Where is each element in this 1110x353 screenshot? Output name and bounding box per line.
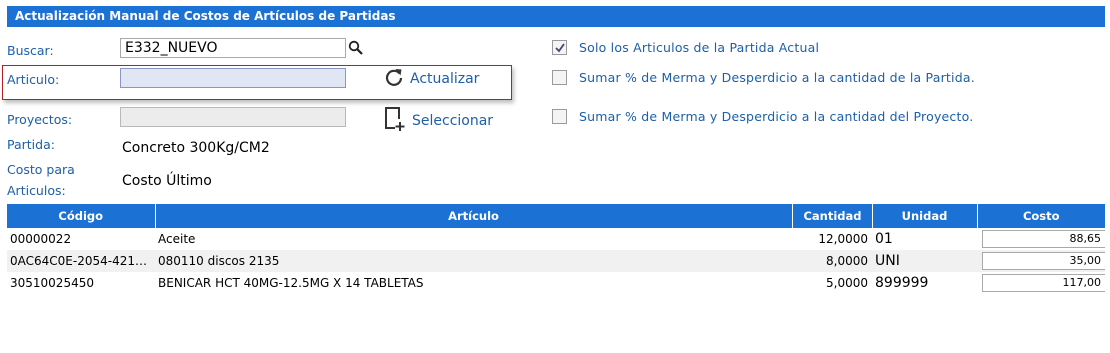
option-label: Sumar % de Merma y Desperdicio a la cant…: [579, 109, 974, 124]
option-merma-proyecto[interactable]: Sumar % de Merma y Desperdicio a la cant…: [552, 109, 973, 124]
option-label: Sumar % de Merma y Desperdicio a la cant…: [579, 70, 975, 85]
col-header-costo[interactable]: Costo: [977, 204, 1105, 228]
seleccionar-button[interactable]: Seleccionar: [384, 106, 493, 136]
cell-articulo: BENICAR HCT 40MG-12.5MG X 14 TABLETAS: [158, 276, 424, 290]
table-header-row: Código Artículo Cantidad Unidad Costo: [7, 204, 1105, 228]
buscar-label: Buscar:: [7, 43, 54, 58]
costo-input[interactable]: 117,00: [982, 274, 1105, 292]
costo-label-line2: Articulos:: [7, 183, 66, 198]
check-icon: [554, 42, 565, 52]
articulo-input[interactable]: [120, 68, 346, 88]
checkbox[interactable]: [552, 70, 567, 85]
col-header-codigo[interactable]: Código: [7, 204, 156, 228]
cell-codigo: 0AC64C0E-2054-421…: [7, 250, 155, 272]
cell-articulo: 080110 discos 2135: [155, 250, 792, 272]
cell-cantidad: 12,0000: [818, 232, 868, 246]
table-row[interactable]: 30510025450 BENICAR HCT 40MG-12.5MG X 14…: [7, 272, 1105, 294]
articulos-table: Código Artículo Cantidad Unidad Costo 00…: [7, 204, 1105, 294]
proyectos-label: Proyectos:: [7, 112, 73, 127]
refresh-icon: [384, 67, 404, 91]
option-solo-partida-actual[interactable]: Solo los Articulos de la Partida Actual: [552, 40, 819, 55]
articulo-label: Articulo:: [7, 72, 60, 87]
cell-articulo: Aceite: [158, 232, 196, 246]
add-document-icon: [384, 106, 406, 136]
cell-unidad: 899999: [875, 275, 929, 291]
search-icon[interactable]: [348, 40, 364, 60]
cell-unidad: 01: [875, 231, 893, 247]
col-header-cantidad[interactable]: Cantidad: [792, 204, 873, 228]
table-row[interactable]: 0AC64C0E-2054-421… 080110 discos 2135 8,…: [7, 250, 1105, 272]
checkbox[interactable]: [552, 40, 567, 55]
cell-costo: 35,00: [977, 250, 1105, 272]
table-row[interactable]: 00000022 Aceite 12,0000 01 88,65: [7, 228, 1105, 250]
partida-label: Partida:: [7, 137, 55, 152]
cell-cantidad: 8,0000: [792, 250, 872, 272]
col-header-articulo[interactable]: Artículo: [155, 204, 793, 228]
buscar-input[interactable]: [120, 38, 346, 58]
costo-value: Costo Último: [122, 173, 212, 189]
cell-codigo: 30510025450: [10, 276, 94, 290]
panel-title: Actualización Manual de Costos de Artícu…: [7, 6, 1105, 27]
option-label: Solo los Articulos de la Partida Actual: [579, 40, 820, 55]
costo-input[interactable]: 35,00: [982, 252, 1105, 270]
partida-value: Concreto 300Kg/CM2: [122, 140, 270, 156]
cell-cantidad: 5,0000: [826, 276, 868, 290]
seleccionar-label: Seleccionar: [412, 113, 494, 129]
costo-label-line1: Costo para: [7, 162, 75, 177]
cell-costo: 88,65: [977, 228, 1105, 250]
cell-costo: 117,00: [977, 272, 1105, 294]
actualizar-label: Actualizar: [410, 71, 480, 87]
proyectos-input[interactable]: [120, 107, 346, 127]
option-merma-partida[interactable]: Sumar % de Merma y Desperdicio a la cant…: [552, 70, 975, 85]
actualizar-button[interactable]: Actualizar: [384, 67, 479, 91]
checkbox[interactable]: [552, 109, 567, 124]
col-header-unidad[interactable]: Unidad: [872, 204, 978, 228]
cell-unidad: UNI: [872, 250, 977, 272]
costo-input[interactable]: 88,65: [982, 230, 1105, 248]
cell-codigo: 00000022: [10, 232, 72, 246]
